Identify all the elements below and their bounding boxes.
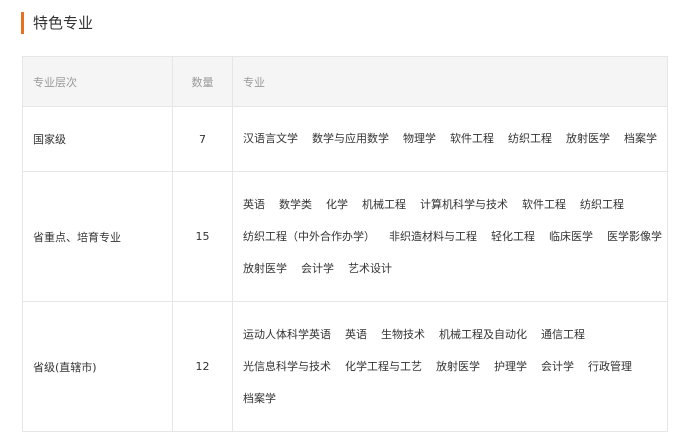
major-line: 汉语言文学 数学与应用数学 物理学 软件工程 纺织工程 放射医学 档案学 [243, 123, 666, 155]
major-name: 化学 [326, 197, 348, 211]
major-name: 软件工程 [450, 132, 494, 145]
section-title: 特色专业 [21, 12, 93, 34]
major-name: 物理学 [403, 132, 436, 145]
major-name: 通信工程 [541, 327, 585, 341]
major-name: 光信息科学与技术 [243, 359, 331, 373]
major-name: 行政管理 [588, 359, 632, 373]
row-level: 省级(直辖市) [22, 301, 173, 432]
major-name: 放射医学 [243, 261, 287, 275]
major-line: 英语 数学类 化学 机械工程 计算机科学与技术 软件工程 纺织工程 [243, 189, 666, 221]
major-name: 生物技术 [381, 327, 425, 341]
major-name: 放射医学 [566, 132, 610, 145]
major-line: 放射医学 会计学 艺术设计 [243, 253, 666, 285]
major-list: 英语 数学类 化学 机械工程 计算机科学与技术 软件工程 纺织工程纺织工程（中外合作办学） 非… [232, 171, 668, 302]
majors-table: 专业层次 数量 专业 国家级 7 汉语言文学 数学与应用数学 物理学 软件工程 纺织工程… [22, 56, 668, 432]
table-row-provincial-key: 省重点、培育专业 15 英语 数学类 化学 机械工程 计算机科学与技术 软件工程 纺织工程纺… [22, 171, 668, 302]
major-name: 纺织工程 [508, 132, 552, 145]
major-name: 软件工程 [522, 197, 566, 211]
major-line: 光信息科学与技术 化学工程与工艺 放射医学 护理学 会计学 行政管理 [243, 351, 666, 383]
major-name: 数学类 [279, 197, 312, 211]
major-name: 会计学 [301, 261, 334, 275]
major-name: 非织造材料与工程 [389, 229, 477, 243]
major-name: 会计学 [541, 359, 574, 373]
major-line: 纺织工程（中外合作办学） 非织造材料与工程 轻化工程 临床医学 医学影像学 [243, 221, 666, 253]
header-count: 数量 [172, 56, 233, 107]
major-name: 放射医学 [436, 359, 480, 373]
major-name: 档案学 [243, 391, 276, 405]
major-name: 档案学 [624, 132, 657, 145]
row-level: 省重点、培育专业 [22, 171, 173, 302]
major-name: 英语 [345, 327, 367, 341]
table-header-row: 专业层次 数量 专业 [22, 56, 668, 107]
major-list: 汉语言文学 数学与应用数学 物理学 软件工程 纺织工程 放射医学 档案学 [232, 106, 668, 172]
major-name: 计算机科学与技术 [420, 197, 508, 211]
table-row-provincial: 省级(直辖市) 12 运动人体科学英语 英语 生物技术 机械工程及自动化 通信工程 光信息… [22, 301, 668, 432]
major-name: 临床医学 [549, 229, 593, 243]
major-name: 轻化工程 [491, 229, 535, 243]
header-majors: 专业 [232, 56, 668, 107]
row-count: 15 [172, 171, 233, 302]
major-name: 汉语言文学 [243, 132, 298, 145]
row-count: 12 [172, 301, 233, 432]
major-name: 机械工程 [362, 197, 406, 211]
major-line: 档案学 [243, 383, 666, 415]
major-name: 医学影像学 [607, 229, 662, 243]
major-name: 艺术设计 [348, 261, 392, 275]
header-level: 专业层次 [22, 56, 173, 107]
major-line: 运动人体科学英语 英语 生物技术 机械工程及自动化 通信工程 [243, 319, 666, 351]
major-name: 机械工程及自动化 [439, 327, 527, 341]
table-row-national: 国家级 7 汉语言文学 数学与应用数学 物理学 软件工程 纺织工程 放射医学 档案学 [22, 106, 668, 172]
major-name: 纺织工程（中外合作办学） [243, 229, 375, 243]
major-name: 护理学 [494, 359, 527, 373]
major-name: 数学与应用数学 [312, 132, 389, 145]
row-level: 国家级 [22, 106, 173, 172]
major-list: 运动人体科学英语 英语 生物技术 机械工程及自动化 通信工程 光信息科学与技术 化学工程与工… [232, 301, 668, 432]
major-name: 化学工程与工艺 [345, 359, 422, 373]
major-name: 纺织工程 [580, 197, 624, 211]
row-count: 7 [172, 106, 233, 172]
page: 特色专业 专业层次 数量 专业 国家级 7 汉语言文学 数学与应用数学 物理学 软件工… [0, 0, 693, 437]
major-name: 英语 [243, 197, 265, 211]
major-name: 运动人体科学英语 [243, 327, 331, 341]
